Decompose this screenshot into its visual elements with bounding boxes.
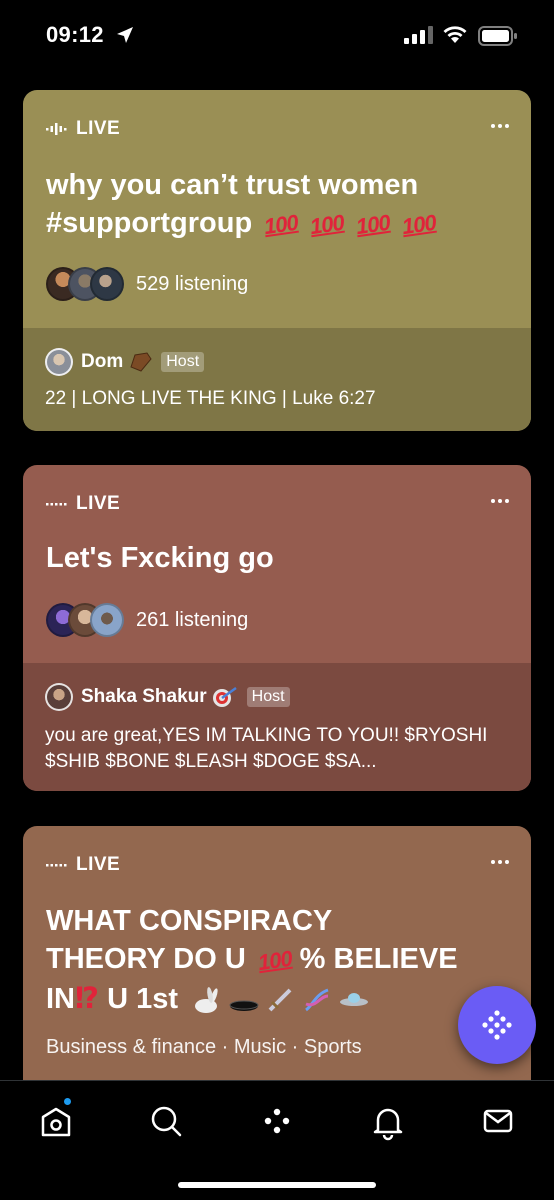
tab-spaces[interactable]: [257, 1101, 297, 1141]
search-icon: [151, 1106, 182, 1137]
coffin-emoji-icon: [130, 352, 152, 372]
notifications-icon: [373, 1108, 403, 1141]
space-card[interactable]: LIVE why you can’t trust women #supportg…: [23, 90, 531, 431]
host-avatar: [45, 348, 73, 376]
avatar: [90, 267, 124, 301]
more-options-button[interactable]: [491, 124, 509, 128]
location-arrow-icon: [117, 27, 133, 43]
space-title: WHAT CONSPIRACY THEORY DO U 100 % BELIEV…: [46, 905, 458, 1015]
status-time: 09:12: [46, 22, 104, 47]
dart-emoji-icon: [212, 686, 237, 707]
live-label: LIVE: [76, 118, 121, 139]
host-row: Shaka Shakur Host: [45, 683, 290, 711]
messages-icon: [483, 1109, 513, 1133]
more-options-button[interactable]: [491, 860, 509, 864]
hundred-emoji-icon: 100: [256, 945, 294, 976]
hundred-emoji-icon: 100: [262, 209, 300, 240]
spaces-icon: [264, 1108, 290, 1134]
listener-row: 529 listening: [46, 267, 248, 301]
listener-avatars: [46, 267, 124, 301]
interrobang-emoji-icon: ⁉: [75, 983, 100, 1015]
host-badge: Host: [161, 352, 205, 372]
cellular-signal-icon: [404, 26, 433, 44]
battery-icon: [478, 26, 517, 46]
tab-messages[interactable]: [478, 1101, 518, 1141]
tab-search[interactable]: [146, 1101, 186, 1141]
live-indicator: LIVE: [46, 854, 120, 876]
avatar: [90, 603, 124, 637]
ufo-emoji-icon: [340, 993, 369, 1007]
hundred-emoji-icon: 100: [354, 209, 392, 240]
wifi-icon: [443, 26, 467, 43]
host-badge: Host: [246, 687, 290, 707]
host-name: Dom: [81, 351, 124, 372]
live-indicator: LIVE: [46, 118, 120, 140]
host-description: you are great,YES IM TALKING TO YOU!! $R…: [45, 725, 488, 772]
status-bar: 09:12: [0, 0, 554, 70]
listener-count: 261 listening: [136, 608, 249, 631]
tab-home[interactable]: [36, 1097, 76, 1141]
host-row: Dom Host: [45, 348, 205, 376]
live-waveform-icon: [46, 123, 67, 135]
host-avatar: [45, 683, 73, 711]
spaces-plus-icon: [482, 1010, 512, 1040]
listener-avatars: [46, 603, 124, 637]
hundred-emoji-icon: 100: [399, 209, 437, 240]
host-description: 22 | LONG LIVE THE KING | Luke 6:27: [45, 388, 376, 409]
home-indicator[interactable]: [178, 1182, 376, 1188]
host-name: Shaka Shakur: [81, 686, 207, 707]
space-topics: Business & finance · Music · Sports: [46, 1036, 362, 1058]
dna-emoji-icon: [305, 988, 329, 1012]
space-title: why you can’t trust women #supportgroup …: [46, 166, 506, 244]
live-indicator: LIVE: [46, 493, 120, 515]
listener-row: 261 listening: [46, 603, 248, 637]
live-label: LIVE: [76, 854, 121, 875]
sword-emoji-icon: [268, 988, 292, 1012]
hundred-emoji-icon: 100: [308, 209, 346, 240]
live-dots-icon: [46, 503, 67, 506]
emoji-sequence: [190, 986, 370, 1014]
more-options-button[interactable]: [491, 499, 509, 503]
host-section: Shaka Shakur Host you are great,YES IM T…: [23, 663, 531, 791]
space-card[interactable]: LIVE Let's Fxcking go 261 listening Shak…: [23, 465, 531, 791]
rabbit-emoji-icon: [195, 987, 218, 1014]
space-title: Let's Fxcking go: [46, 542, 274, 574]
home-notification-dot: [63, 1097, 72, 1106]
home-icon: [41, 1107, 71, 1137]
live-label: LIVE: [76, 493, 121, 514]
hole-emoji-icon: [229, 1000, 259, 1012]
listener-count: 529 listening: [136, 272, 249, 295]
tab-notifications[interactable]: [368, 1101, 408, 1141]
create-space-button[interactable]: [458, 986, 536, 1064]
live-dots-icon: [46, 864, 67, 867]
host-section: Dom Host 22 | LONG LIVE THE KING | Luke …: [23, 328, 531, 431]
